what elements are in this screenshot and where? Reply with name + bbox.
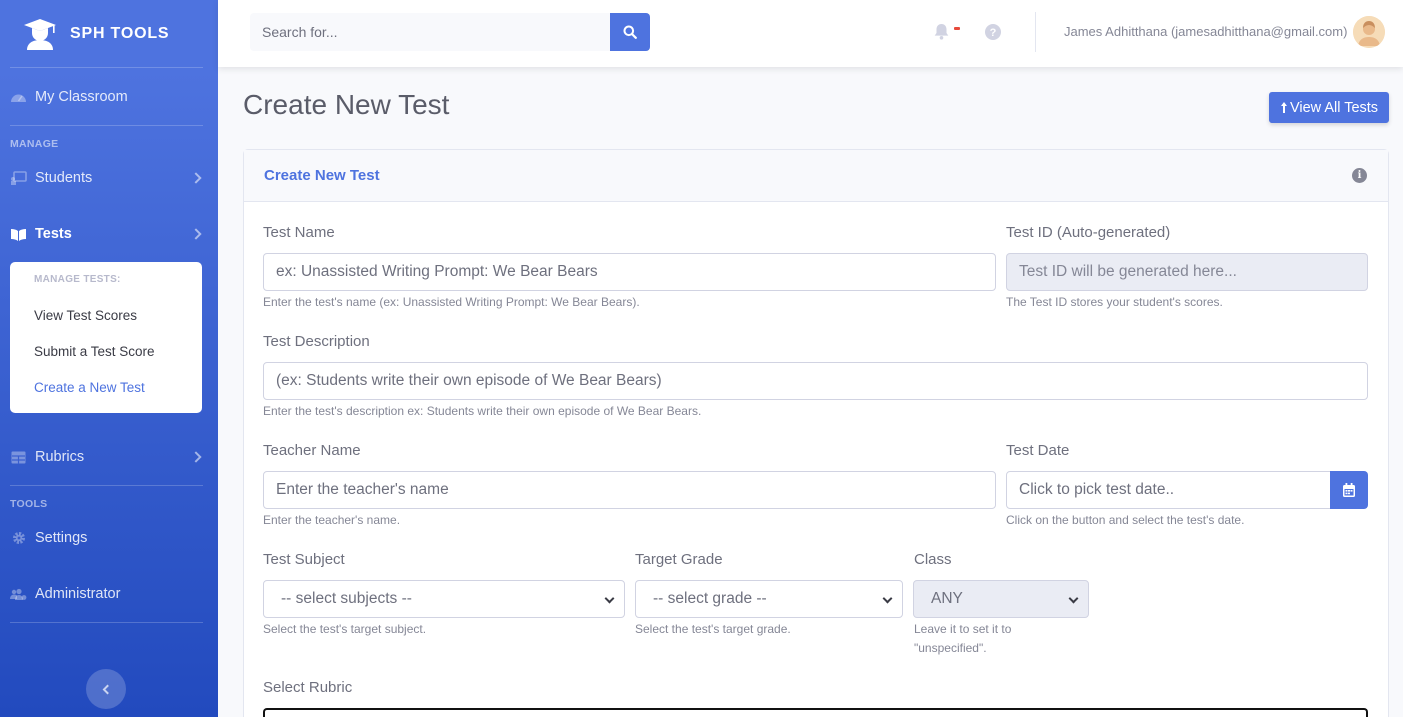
- submenu-item-view-test-scores[interactable]: View Test Scores: [10, 297, 202, 333]
- sidebar-divider: [10, 622, 203, 623]
- sidebar: SPH TOOLS My Classroom MANAGE Students T…: [0, 0, 218, 717]
- notification-badge: [954, 27, 960, 30]
- view-all-tests-button[interactable]: View All Tests: [1269, 92, 1389, 123]
- teacher-name-input[interactable]: [263, 471, 996, 509]
- sidebar-item-rubrics[interactable]: Rubrics: [0, 429, 218, 485]
- view-all-tests-label: View All Tests: [1289, 99, 1379, 116]
- search-button[interactable]: [610, 13, 650, 51]
- book-open-icon: [10, 227, 27, 241]
- target-grade-select[interactable]: -- select grade --: [635, 580, 903, 618]
- brand-name: SPH TOOLS: [70, 24, 170, 42]
- test-subject-value: -- select subjects --: [281, 590, 412, 607]
- class-select[interactable]: ANY: [913, 580, 1089, 618]
- user-name[interactable]: James Adhitthana (jamesadhitthana@gmail.…: [1064, 24, 1347, 39]
- brand[interactable]: SPH TOOLS: [0, 0, 218, 67]
- chevron-left-icon: [102, 684, 113, 694]
- tests-submenu: MANAGE TESTS: View Test Scores Submit a …: [10, 262, 202, 413]
- sidebar-item-label: My Classroom: [35, 88, 128, 105]
- topbar-divider: [1035, 12, 1036, 52]
- date-picker-button[interactable]: [1330, 471, 1368, 509]
- tachometer-icon: [10, 90, 27, 104]
- test-subject-select[interactable]: -- select subjects --: [263, 580, 625, 618]
- card-title: Create New Test: [264, 167, 380, 184]
- submenu-item-submit-test-score[interactable]: Submit a Test Score: [10, 333, 202, 369]
- test-date-help: Click on the button and select the test'…: [1006, 513, 1245, 527]
- test-description-label: Test Description: [263, 333, 370, 350]
- submenu-item-create-new-test[interactable]: Create a New Test: [10, 369, 202, 405]
- class-label: Class: [914, 551, 952, 568]
- sidebar-item-my-classroom[interactable]: My Classroom: [0, 68, 218, 125]
- chevron-right-icon: [190, 451, 202, 463]
- svg-text:?: ?: [990, 27, 997, 39]
- sidebar-heading-manage: MANAGE: [10, 138, 59, 150]
- cog-icon: [10, 531, 27, 545]
- target-grade-label: Target Grade: [635, 551, 723, 568]
- test-description-help: Enter the test's description ex: Student…: [263, 404, 702, 418]
- chevron-right-icon: [190, 228, 202, 240]
- users-cog-icon: [10, 587, 27, 601]
- info-icon[interactable]: i: [1352, 168, 1367, 183]
- topbar: ? James Adhitthana (jamesadhitthana@gmai…: [218, 0, 1403, 67]
- test-name-label: Test Name: [263, 224, 335, 241]
- sidebar-item-label: Administrator: [35, 586, 121, 602]
- sidebar-item-administrator[interactable]: Administrator: [0, 566, 218, 622]
- test-id-label: Test ID (Auto-generated): [1006, 224, 1171, 241]
- class-help-line2: "unspecified".: [914, 641, 987, 655]
- test-name-input[interactable]: [263, 253, 996, 291]
- submenu-heading: MANAGE TESTS:: [34, 274, 121, 285]
- sidebar-toggle-button[interactable]: [86, 669, 126, 709]
- bell-icon[interactable]: [934, 23, 949, 45]
- sidebar-item-tests[interactable]: Tests: [0, 206, 218, 262]
- search-form: [250, 13, 650, 51]
- search-icon: [623, 25, 637, 39]
- chevron-down-icon: [882, 593, 893, 604]
- sidebar-item-label: Rubrics: [35, 449, 85, 465]
- rubric-select[interactable]: [263, 708, 1368, 717]
- search-input[interactable]: [250, 13, 610, 51]
- sidebar-item-students[interactable]: Students: [0, 150, 218, 206]
- test-date-input[interactable]: [1006, 471, 1331, 509]
- chevron-down-icon: [1068, 593, 1079, 604]
- select-rubric-label: Select Rubric: [263, 679, 353, 696]
- chalkboard-icon: [10, 171, 27, 185]
- test-description-input[interactable]: [263, 362, 1368, 400]
- sidebar-item-label: Students: [35, 170, 93, 186]
- teacher-name-help: Enter the teacher's name.: [263, 513, 401, 527]
- test-subject-label: Test Subject: [263, 551, 345, 568]
- arrow-up-icon: [1280, 102, 1287, 113]
- target-grade-help: Select the test's target grade.: [635, 622, 791, 636]
- table-icon: [10, 450, 27, 464]
- sidebar-item-label: Settings: [35, 530, 88, 546]
- class-help-line1: Leave it to set it to: [914, 622, 1012, 636]
- target-grade-value: -- select grade --: [653, 590, 767, 607]
- sidebar-item-label: Tests: [35, 226, 72, 242]
- test-subject-help: Select the test's target subject.: [263, 622, 427, 636]
- question-circle-icon[interactable]: ?: [985, 24, 1001, 45]
- chevron-down-icon: [604, 593, 615, 604]
- user-graduate-icon: [24, 18, 56, 50]
- page-title: Create New Test: [243, 89, 450, 120]
- class-value: ANY: [931, 590, 963, 607]
- chevron-right-icon: [190, 172, 202, 184]
- sidebar-item-settings[interactable]: Settings: [0, 510, 218, 566]
- test-id-input: [1006, 253, 1368, 291]
- test-name-help: Enter the test's name (ex: Unassisted Wr…: [263, 295, 640, 309]
- teacher-name-label: Teacher Name: [263, 442, 361, 459]
- avatar[interactable]: [1353, 16, 1385, 48]
- card-header: Create New Test i: [244, 150, 1388, 202]
- sidebar-heading-tools: TOOLS: [10, 498, 48, 510]
- calendar-icon: [1343, 483, 1355, 497]
- test-id-help: The Test ID stores your student's scores…: [1006, 295, 1223, 309]
- test-date-label: Test Date: [1006, 442, 1070, 459]
